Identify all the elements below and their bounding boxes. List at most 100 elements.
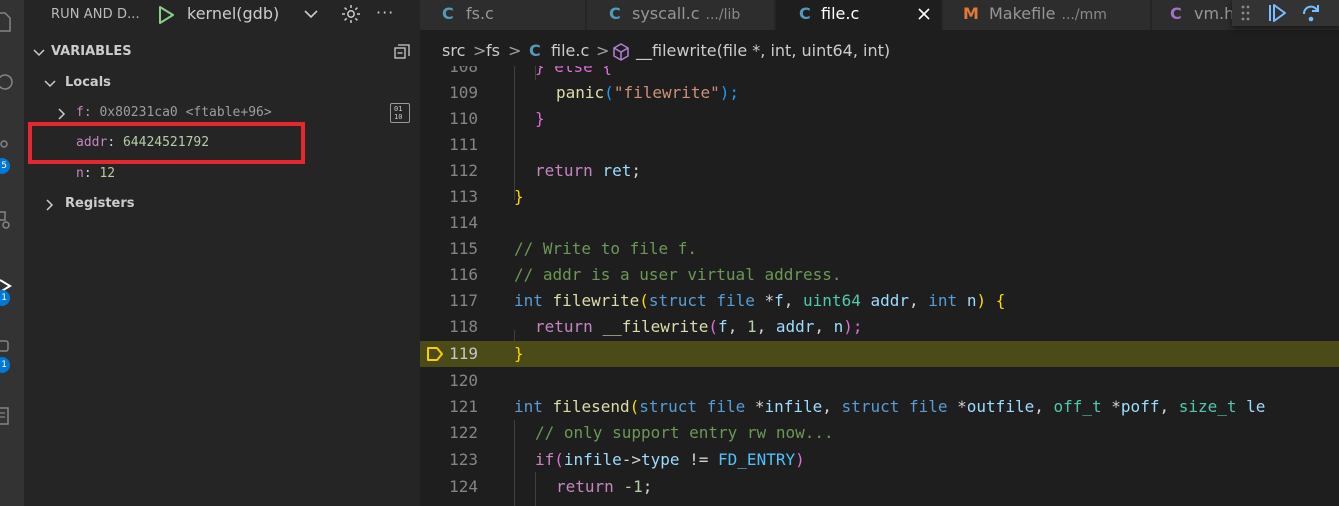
locals-scope[interactable]: Locals	[24, 70, 420, 96]
more-actions-icon[interactable]: ···	[376, 3, 394, 22]
code-text: if(infile->type != FD_ENTRY)	[535, 450, 805, 469]
code-token: poff	[1120, 397, 1160, 416]
code-token: file	[716, 291, 755, 310]
code-token: struct	[639, 397, 698, 416]
breadcrumb-item[interactable]: file.c	[551, 41, 589, 60]
variables-section-header[interactable]: VARIABLES	[24, 38, 420, 66]
view-binary-data-icon[interactable]: 01 10	[390, 103, 410, 123]
debug-config-select[interactable]: kernel(gdb)	[187, 4, 279, 23]
code-token: {	[995, 291, 1006, 310]
code-token: );	[843, 317, 863, 336]
tab-file-c[interactable]: C file.c	[776, 0, 942, 30]
code-token: );	[719, 83, 740, 102]
continue-icon[interactable]	[1266, 2, 1288, 28]
files-icon[interactable]	[0, 8, 24, 36]
code-token: off_t	[1053, 397, 1102, 416]
tab-label-text: vm.h	[1194, 4, 1235, 23]
code-line: 115 // Write to file f.	[420, 236, 1339, 262]
chevron-down-icon[interactable]	[44, 78, 56, 94]
c-file-icon: C	[529, 41, 541, 60]
editor-tab-bar: C fs.c C syscall.c .../lib C file.c M Mak…	[420, 0, 1339, 30]
line-number: 113	[449, 187, 478, 206]
chevron-right-icon[interactable]	[45, 199, 55, 215]
line-number: 111	[449, 135, 478, 154]
code-token: f	[774, 291, 784, 310]
code-token: }	[514, 187, 524, 206]
h-file-icon: C	[1170, 4, 1182, 23]
extensions-icon[interactable]	[0, 205, 24, 233]
start-debugging-icon[interactable]	[157, 5, 175, 29]
code-token: (	[629, 397, 640, 416]
code-text: return __filewrite(f, 1, addr, n);	[535, 317, 863, 336]
annotation-highlight-box	[28, 122, 305, 164]
breadcrumb-item[interactable]: src	[442, 41, 465, 60]
registers-scope[interactable]: Registers	[24, 191, 420, 217]
tab-description: .../lib	[705, 7, 741, 23]
breadcrumb-separator: >	[473, 41, 487, 60]
code-token: (	[639, 291, 649, 310]
code-token: filesend	[552, 397, 630, 416]
run-and-debug-title: RUN AND D...	[51, 7, 140, 22]
code-text: return ret;	[535, 161, 641, 180]
breadcrumb-item[interactable]: fs	[486, 41, 500, 60]
tab-makefile[interactable]: M Makefile .../mm	[943, 0, 1151, 30]
code-text: }	[514, 187, 524, 206]
code-line: 120	[420, 368, 1339, 394]
run-debug-badge: 1	[0, 290, 10, 306]
code-token: *	[754, 291, 775, 310]
variable-value: 12	[99, 166, 116, 181]
line-number: 116	[449, 265, 478, 284]
line-number: 108	[449, 66, 478, 76]
code-token: !=	[679, 450, 719, 469]
tab-label: fs.c	[466, 4, 494, 23]
code-token: type	[640, 450, 680, 469]
variable-row-n[interactable]: n: 12	[24, 161, 420, 187]
tab-fs-c[interactable]: C fs.c	[420, 0, 586, 30]
code-token: ;	[642, 477, 653, 496]
breadcrumb-item[interactable]: __filewrite(file *, int, uint64, int)	[636, 41, 890, 60]
code-token: ,	[783, 291, 804, 310]
tab-syscall-c[interactable]: C syscall.c .../lib	[587, 0, 775, 30]
line-number: 114	[449, 213, 478, 232]
code-token: -1	[623, 477, 643, 496]
step-over-icon[interactable]	[1300, 2, 1322, 28]
close-icon[interactable]	[916, 6, 932, 26]
chevron-down-icon[interactable]	[32, 46, 46, 64]
code-line: 109 panic("filewrite");	[420, 80, 1339, 106]
tab-label-text: file.c	[821, 4, 860, 23]
code-line: 121 int filesend(struct file *infile, st…	[420, 394, 1339, 420]
line-number: 119	[449, 344, 478, 363]
gear-icon[interactable]	[340, 3, 362, 29]
code-token: } else {	[535, 66, 613, 76]
method-cube-icon	[611, 42, 631, 66]
code-token: }	[514, 344, 524, 363]
code-text: }	[514, 344, 524, 363]
line-number: 122	[449, 423, 478, 442]
floating-debug-toolbar	[1232, 0, 1339, 26]
binary-icon-text: 01	[394, 105, 403, 113]
c-file-icon: C	[799, 4, 811, 23]
debug-sidebar: RUN AND D... kernel(gdb) ··· VARIABLES L…	[24, 0, 420, 506]
drag-handle-icon[interactable]	[1240, 4, 1252, 26]
code-line: 114	[420, 210, 1339, 236]
variable-f: f: 0x80231ca0 <ftable+96>	[76, 105, 272, 120]
code-text: int filewrite(struct file *f, uint64 add…	[514, 291, 1005, 310]
code-line: 112 return ret;	[420, 158, 1339, 184]
notebook-icon[interactable]	[0, 402, 24, 430]
tab-label: Makefile .../mm	[989, 4, 1107, 23]
code-editor[interactable]: 108 } else { 109 panic("filewrite"); 110…	[420, 66, 1339, 506]
line-number: 109	[449, 83, 478, 102]
code-text: int filesend(struct file *infile, struct…	[514, 397, 1265, 416]
current-execution-line: 119 }	[420, 341, 1339, 367]
code-token: *	[745, 397, 765, 416]
collapse-all-icon[interactable]	[393, 43, 411, 65]
chevron-down-icon[interactable]	[302, 5, 320, 27]
search-icon[interactable]	[0, 70, 24, 98]
